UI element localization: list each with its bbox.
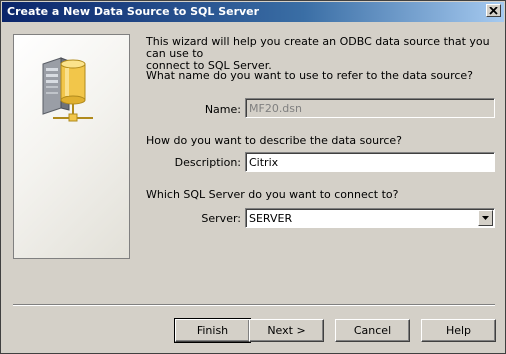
wizard-art-panel <box>13 34 130 259</box>
dialog-window: Create a New Data Source to SQL Server T… <box>0 0 506 354</box>
title-bar[interactable]: Create a New Data Source to SQL Server <box>2 2 504 22</box>
description-label: Description: <box>174 156 241 169</box>
server-question: Which SQL Server do you want to connect … <box>146 188 399 201</box>
help-button[interactable]: Help <box>421 319 496 342</box>
server-label: Server: <box>201 212 241 225</box>
name-question: What name do you want to use to refer to… <box>146 69 474 82</box>
window-title: Create a New Data Source to SQL Server <box>7 5 260 18</box>
button-separator <box>13 304 495 306</box>
cancel-button[interactable]: Cancel <box>335 319 410 342</box>
close-icon <box>489 6 498 15</box>
server-database-network-icon <box>42 57 93 122</box>
chevron-down-icon <box>482 216 489 220</box>
server-value: SERVER <box>249 212 293 225</box>
server-combobox[interactable]: SERVER <box>245 208 495 228</box>
server-dropdown-button[interactable] <box>478 210 493 226</box>
wizard-intro-text: This wizard will help you create an ODBC… <box>146 35 490 72</box>
name-field[interactable]: MF20.dsn <box>245 98 495 118</box>
description-question: How do you want to describe the data sou… <box>146 134 403 147</box>
close-button[interactable] <box>486 4 501 17</box>
finish-button[interactable]: Finish <box>174 318 251 343</box>
next-button[interactable]: Next > <box>249 319 324 342</box>
description-field[interactable]: Citrix <box>245 152 495 172</box>
name-label: Name: <box>204 103 241 116</box>
